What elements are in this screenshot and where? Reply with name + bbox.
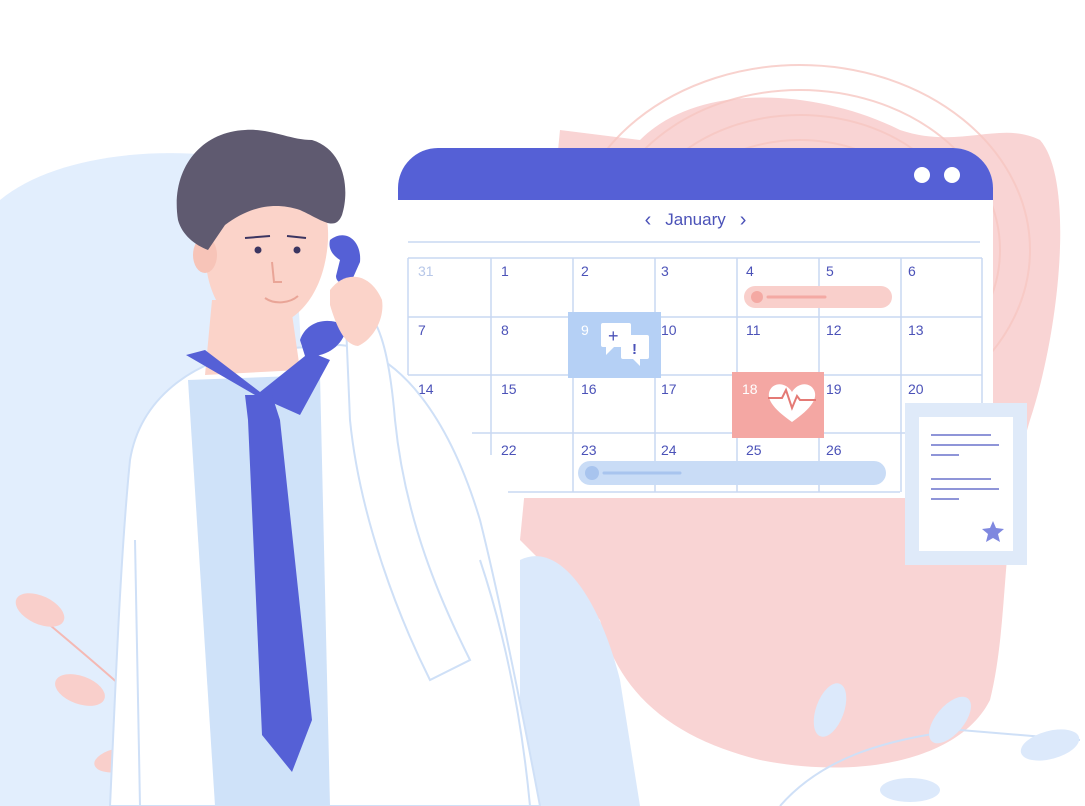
phone-handset-icon[interactable] xyxy=(329,235,361,283)
illustration-scene: ‹ January › + ! 31 1 2 3 4 5 6 7 8 9 10 … xyxy=(0,0,1085,806)
doctor-figure xyxy=(108,129,542,806)
